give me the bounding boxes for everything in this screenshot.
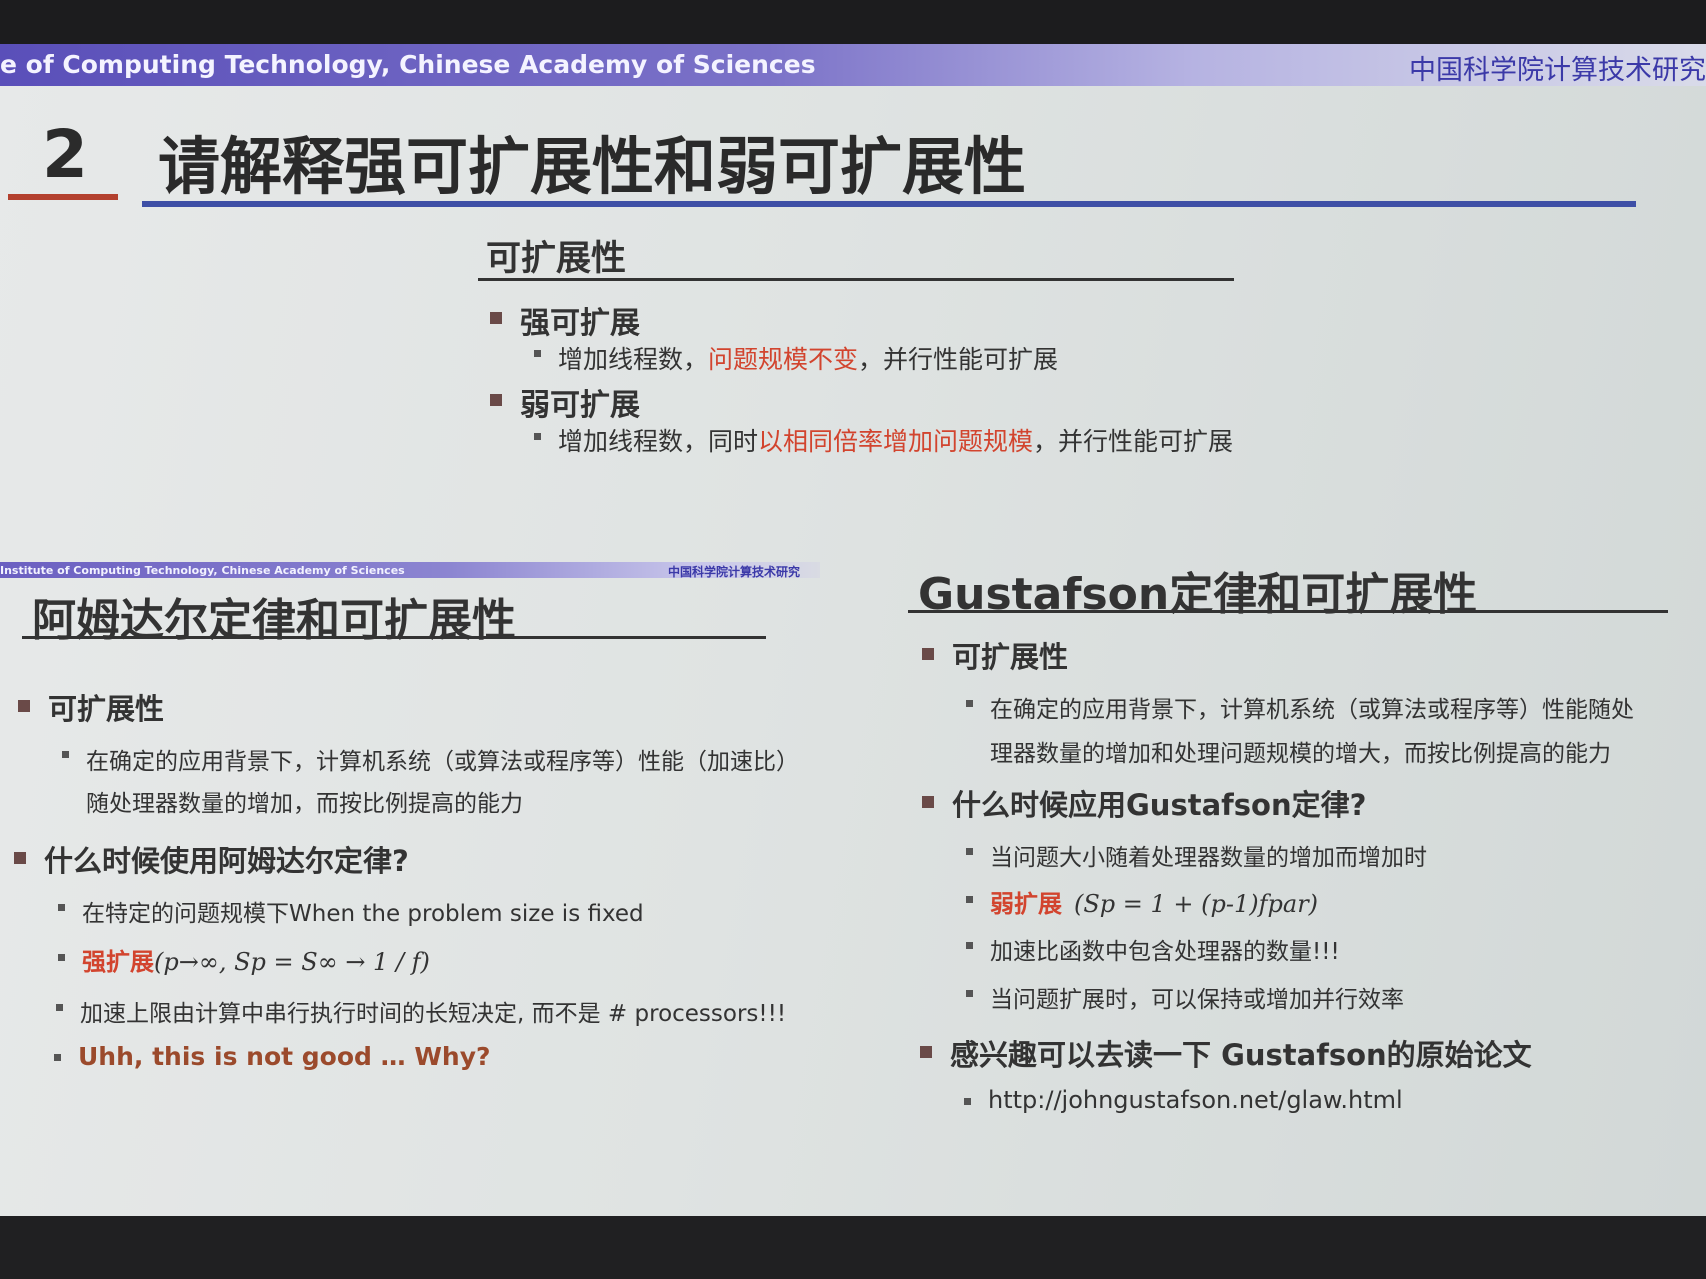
gustafson-grows-with-procs: 当问题大小随着处理器数量的增加而增加时 <box>990 845 1427 871</box>
sub-bullet-icon <box>964 1098 971 1105</box>
amdahl-inset-institute-en: Institute of Computing Technology, Chine… <box>0 564 405 577</box>
amdahl-speedup-limit: 加速上限由计算中串行执行时间的长短决定, 而不是 # processors!!! <box>80 1001 787 1027</box>
sub-bullet-icon <box>56 1004 63 1011</box>
sub-bullet-icon <box>62 751 69 758</box>
gustafson-scalability-desc-2: 理器数量的增加和处理问题规模的增大，而按比例提高的能力 <box>990 741 1611 767</box>
strong-scaling-label: 强可扩展 <box>520 306 640 341</box>
institute-name-en: e of Computing Technology, Chinese Acade… <box>0 50 816 79</box>
sub-bullet-icon <box>966 700 973 707</box>
bullet-icon <box>18 700 30 712</box>
amdahl-when-label: 什么时候使用阿姆达尔定律? <box>44 844 409 878</box>
bullet-icon <box>490 312 502 324</box>
title-number: 2 <box>42 116 88 193</box>
amdahl-inset-institute-cn: 中国科学院计算技术研究 <box>668 565 801 579</box>
bullet-icon <box>14 852 26 864</box>
amdahl-not-good: Uhh, this is not good … Why? <box>78 1042 491 1071</box>
sub-bullet-icon <box>54 1054 61 1061</box>
institute-name-cn: 中国科学院计算技术研究 <box>1409 55 1706 86</box>
bullet-icon <box>922 796 934 808</box>
sub-bullet-icon <box>966 848 973 855</box>
weak-scaling-label: 弱可扩展 <box>520 388 640 423</box>
scalability-underline <box>478 278 1234 281</box>
amdahl-strong-scaling: 强扩展(p→∞, Sp = S∞ → 1 / f) <box>82 948 430 976</box>
scalability-heading: 可扩展性 <box>486 239 627 279</box>
amdahl-scalability-label: 可扩展性 <box>48 692 165 726</box>
gustafson-when-label: 什么时候应用Gustafson定律? <box>952 788 1367 822</box>
title-underline <box>142 201 1636 207</box>
sub-bullet-icon <box>966 990 973 997</box>
slide-title: 请解释强可扩展性和弱可扩展性 <box>158 130 1027 203</box>
bullet-icon <box>490 394 502 406</box>
amdahl-fixed-size: 在特定的问题规模下When the problem size is fixed <box>82 901 644 927</box>
sub-bullet-icon <box>966 942 973 949</box>
gustafson-procs-in-speedup: 加速比函数中包含处理器的数量!!! <box>990 939 1340 965</box>
bullet-icon <box>920 1046 932 1058</box>
title-number-underline <box>8 194 118 200</box>
bullet-icon <box>922 648 934 660</box>
screen-bottom-edge <box>0 1216 1706 1279</box>
sub-bullet-icon <box>58 954 65 961</box>
gustafson-weak-scaling: 弱扩展 (Sp = 1 + (p-1)fpar) <box>990 890 1319 918</box>
slide: e of Computing Technology, Chinese Acade… <box>0 44 1706 1216</box>
sub-bullet-icon <box>966 896 973 903</box>
gustafson-efficiency: 当问题扩展时，可以保持或增加并行效率 <box>990 987 1404 1013</box>
gustafson-scalability-label: 可扩展性 <box>952 640 1069 674</box>
weak-scaling-desc: 增加线程数，同时以相同倍率增加问题规模，并行性能可扩展 <box>558 427 1234 456</box>
sub-bullet-icon <box>534 433 541 440</box>
amdahl-scalability-desc-2: 随处理器数量的增加，而按比例提高的能力 <box>86 791 523 817</box>
sub-bullet-icon <box>534 350 541 357</box>
institute-header-bar: e of Computing Technology, Chinese Acade… <box>0 44 1706 86</box>
gustafson-paper-link[interactable]: http://johngustafson.net/glaw.html <box>988 1086 1403 1114</box>
amdahl-scalability-desc-1: 在确定的应用背景下，计算机系统（或算法或程序等）性能（加速比） <box>86 749 799 775</box>
gustafson-scalability-desc-1: 在确定的应用背景下，计算机系统（或算法或程序等）性能随处 <box>990 697 1634 723</box>
sub-bullet-icon <box>58 904 65 911</box>
gustafson-read-paper-label: 感兴趣可以去读一下 Gustafson的原始论文 <box>950 1038 1532 1072</box>
amdahl-title-underline <box>22 636 766 639</box>
strong-scaling-desc: 增加线程数，问题规模不变，并行性能可扩展 <box>558 345 1059 374</box>
gustafson-title-underline <box>908 610 1668 613</box>
